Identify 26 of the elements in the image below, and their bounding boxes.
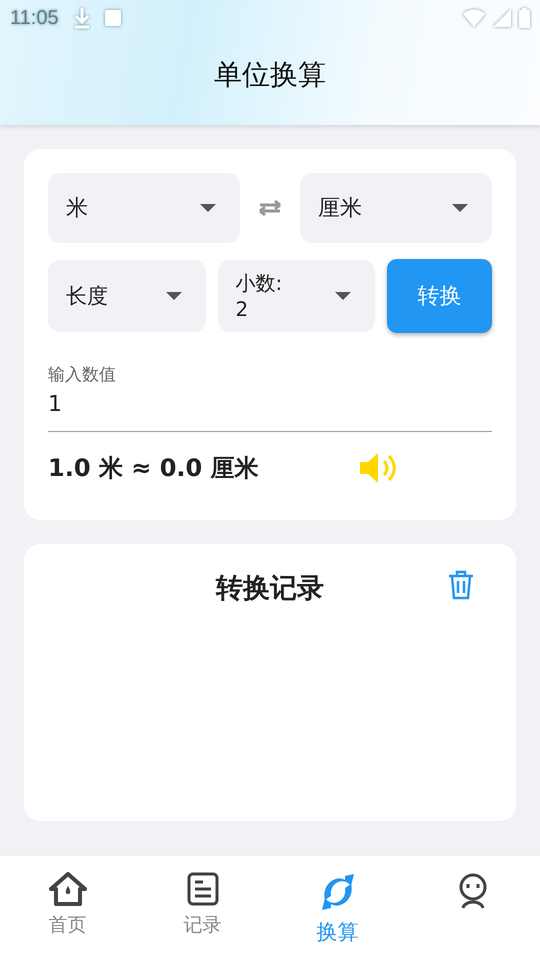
signal-icon [493,9,511,27]
status-time: 11:05 [10,6,59,30]
battery-icon [519,8,530,28]
document-icon [186,872,218,906]
person-icon [456,872,488,910]
history-title: 转换记录 [216,572,324,606]
dropdown-arrow-icon [335,292,351,300]
download-icon [72,7,91,29]
wifi-icon [463,9,485,27]
swap-icon[interactable] [256,197,284,219]
decimals-dropdown[interactable]: 小数: 2 [218,260,375,332]
dropdown-arrow-icon [200,204,216,212]
dropdown-arrow-icon [452,204,468,212]
result-text: 1.0 米 ≈ 0.0 厘米 [48,453,260,484]
trash-icon[interactable] [448,570,474,600]
dropdown-arrow-icon [166,292,182,300]
nav-tab[interactable]: 记录 [135,856,270,960]
refresh-icon [320,872,354,912]
category-dropdown[interactable]: 长度 [48,260,206,332]
input-label: 输入数值 [48,364,117,386]
nav-tab[interactable]: 首页 [0,856,135,960]
home-icon [48,872,86,906]
to-unit-dropdown[interactable]: 厘米 [300,173,492,243]
from-unit-dropdown[interactable]: 米 [48,173,240,243]
page-title: 单位换算 [214,57,326,93]
input-field[interactable]: 1 [48,386,492,432]
